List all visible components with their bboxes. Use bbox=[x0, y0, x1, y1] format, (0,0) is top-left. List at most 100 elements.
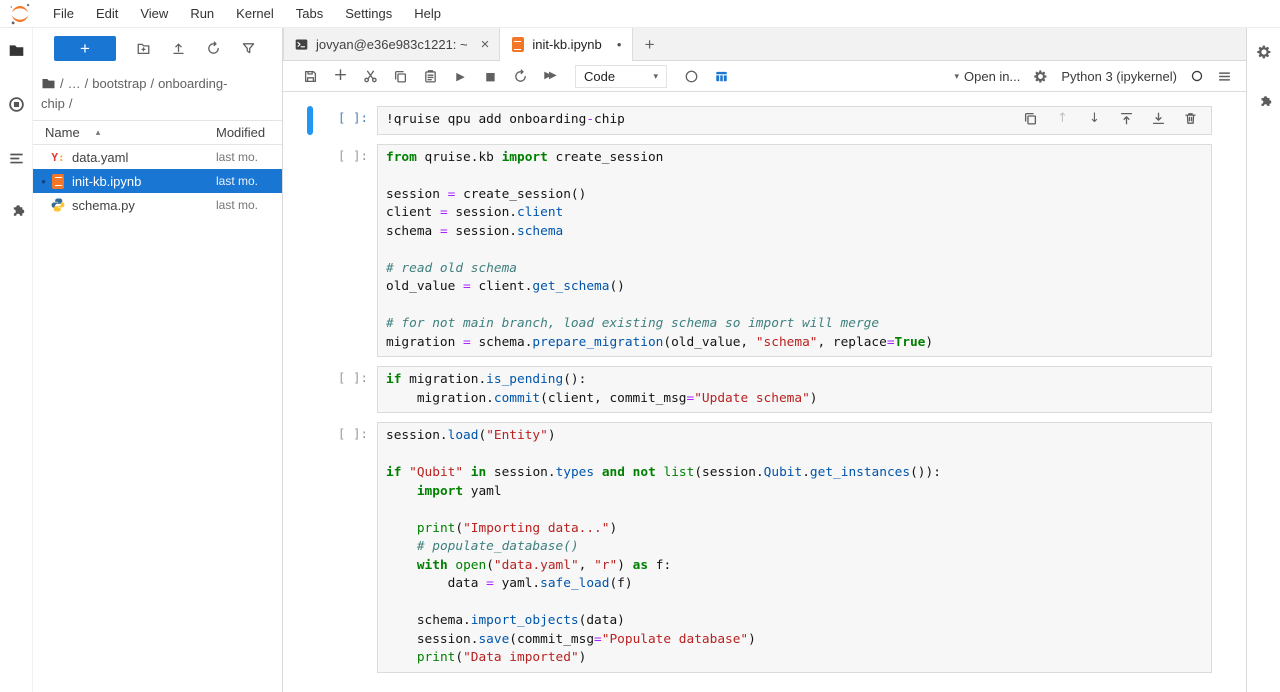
hamburger-icon bbox=[1217, 69, 1232, 84]
notebook-restart-button[interactable] bbox=[513, 69, 528, 84]
data-grid-button[interactable] bbox=[714, 69, 729, 84]
kernel-name[interactable]: Python 3 (ipykernel) bbox=[1061, 69, 1177, 84]
activity-file-browser-button[interactable] bbox=[8, 42, 25, 62]
code-line bbox=[386, 167, 1203, 186]
save-icon bbox=[303, 69, 318, 84]
gear-icon bbox=[1256, 44, 1272, 60]
code-line: schema.import_objects(data) bbox=[386, 612, 1203, 631]
insert-above-icon bbox=[1119, 111, 1134, 126]
file-row-schema-py[interactable]: schema.pylast mo. bbox=[33, 193, 282, 217]
code-line: session.load("Entity") bbox=[386, 427, 1203, 446]
open-in-label: Open in... bbox=[964, 69, 1020, 84]
notebook-copy-button[interactable] bbox=[393, 69, 408, 84]
cell-code: if migration.is_pending(): migration.com… bbox=[378, 367, 1211, 412]
run-all-icon: ▶▶ bbox=[543, 69, 558, 84]
tab-label: jovyan@e36e983c1221: ~ bbox=[316, 37, 468, 52]
main-area: jovyan@e36e983c1221: ~ × init-kb.ipynb● + … bbox=[283, 28, 1246, 692]
file-row-init-kb-ipynb[interactable]: ●init-kb.ipynblast mo. bbox=[33, 169, 282, 193]
file-browser-panel: + /…/bootstrap/onboarding-chip/ Name ▴ M… bbox=[33, 28, 283, 692]
right-property-inspector-button[interactable] bbox=[1256, 44, 1272, 63]
terminal-icon bbox=[294, 37, 309, 52]
refresh-button[interactable] bbox=[206, 41, 221, 56]
dirty-indicator: ● bbox=[37, 177, 50, 186]
name-column-header[interactable]: Name ▴ bbox=[45, 125, 216, 140]
cut-icon bbox=[363, 69, 378, 84]
move-down-button[interactable]: ↓ bbox=[1087, 111, 1102, 126]
kernel-activity-button[interactable] bbox=[684, 69, 699, 84]
cell-code: from qruise.kb import create_sessionsess… bbox=[378, 145, 1211, 357]
code-line bbox=[386, 241, 1203, 260]
menu-bar: FileEditViewRunKernelTabsSettingsHelp bbox=[0, 0, 1280, 28]
refresh-icon bbox=[206, 41, 221, 56]
upload-button[interactable] bbox=[171, 41, 186, 56]
menu-settings[interactable]: Settings bbox=[334, 3, 403, 24]
unsaved-dot-icon: ● bbox=[617, 40, 622, 49]
activity-extensions-button[interactable] bbox=[8, 204, 25, 224]
activity-running-sessions-button[interactable] bbox=[8, 96, 25, 116]
circle-icon bbox=[684, 69, 699, 84]
breadcrumb-segment[interactable]: bootstrap bbox=[92, 76, 146, 91]
filter-button[interactable] bbox=[241, 41, 256, 56]
menu-edit[interactable]: Edit bbox=[85, 3, 129, 24]
file-modified: last mo. bbox=[216, 150, 282, 164]
notebook-settings-button[interactable] bbox=[1033, 69, 1048, 84]
new-tab-button[interactable]: + bbox=[633, 35, 667, 55]
cell-prompt: [ ]: bbox=[313, 422, 377, 673]
notebook-cut-button[interactable] bbox=[363, 69, 378, 84]
notebook-toolbar: + ▶ ■ ▶▶ Code ▾ ▾ Open in... Python 3 (ipyk… bbox=[283, 61, 1246, 92]
file-list-header: Name ▴ Modified bbox=[33, 120, 282, 145]
menu-kernel[interactable]: Kernel bbox=[225, 3, 285, 24]
puzzle-icon bbox=[1256, 95, 1272, 111]
copy-icon bbox=[1023, 111, 1038, 126]
arrow-up-icon: ↑ bbox=[1055, 111, 1070, 126]
folder-icon[interactable] bbox=[41, 76, 56, 91]
notebook-run-button[interactable]: ▶ bbox=[453, 69, 468, 84]
menu-file[interactable]: File bbox=[42, 3, 85, 24]
cell-code: session.load("Entity")if "Qubit" in sess… bbox=[378, 423, 1211, 672]
move-up-button[interactable]: ↑ bbox=[1055, 111, 1070, 126]
activity-table-of-contents-button[interactable] bbox=[8, 150, 25, 170]
cell-type-dropdown[interactable]: Code ▾ bbox=[575, 65, 667, 88]
running-icon bbox=[8, 96, 25, 113]
close-icon[interactable]: × bbox=[481, 36, 490, 53]
right-extension-manager-button[interactable] bbox=[1256, 95, 1272, 114]
breadcrumb: /…/bootstrap/onboarding-chip/ bbox=[33, 66, 282, 120]
notebook-interrupt-button[interactable]: ■ bbox=[483, 69, 498, 84]
tab-bar: jovyan@e36e983c1221: ~ × init-kb.ipynb● + bbox=[283, 28, 1246, 61]
menu-run[interactable]: Run bbox=[179, 3, 225, 24]
toolbar-right: ▾ Open in... Python 3 (ipykernel) bbox=[954, 69, 1232, 84]
code-line: # populate_database() bbox=[386, 538, 1203, 557]
delete-button[interactable] bbox=[1183, 111, 1198, 126]
menu-view[interactable]: View bbox=[129, 3, 179, 24]
code-cell: [ ]:!qruise qpu add onboarding-chip↑↓ bbox=[307, 106, 1212, 135]
yaml-icon: Y: bbox=[50, 149, 66, 165]
menu-tabs[interactable]: Tabs bbox=[285, 3, 334, 24]
modified-column-header[interactable]: Modified bbox=[216, 125, 282, 140]
open-in-button[interactable]: ▾ Open in... bbox=[954, 69, 1020, 84]
notebook-insert-cell-button[interactable]: + bbox=[333, 69, 348, 84]
notebook-restart-run-all-button[interactable]: ▶▶ bbox=[543, 69, 558, 84]
menu-help[interactable]: Help bbox=[403, 3, 452, 24]
tab-init-kb-ipynb[interactable]: init-kb.ipynb● bbox=[500, 28, 632, 61]
new-launcher-button[interactable]: + bbox=[54, 36, 116, 61]
menu-items: FileEditViewRunKernelTabsSettingsHelp bbox=[42, 3, 452, 24]
breadcrumb-segment[interactable]: … bbox=[68, 76, 81, 91]
duplicate-button[interactable] bbox=[1023, 111, 1038, 126]
insert-above-button[interactable] bbox=[1119, 111, 1134, 126]
new-folder-icon bbox=[136, 41, 151, 56]
paste-icon bbox=[423, 69, 438, 84]
cell-input[interactable]: session.load("Entity")if "Qubit" in sess… bbox=[377, 422, 1212, 673]
new-folder-button[interactable] bbox=[136, 41, 151, 56]
file-modified: last mo. bbox=[216, 174, 282, 188]
toolbar-menu-button[interactable] bbox=[1217, 69, 1232, 84]
notebook-save-button[interactable] bbox=[303, 69, 318, 84]
notebook-paste-button[interactable] bbox=[423, 69, 438, 84]
cell-input[interactable]: from qruise.kb import create_sessionsess… bbox=[377, 144, 1212, 358]
insert-below-button[interactable] bbox=[1151, 111, 1166, 126]
cell-input[interactable]: if migration.is_pending(): migration.com… bbox=[377, 366, 1212, 413]
file-row-data-yaml[interactable]: Y:data.yamllast mo. bbox=[33, 145, 282, 169]
tab-jovyan-e36e983c1221[interactable]: jovyan@e36e983c1221: ~ × bbox=[283, 28, 500, 61]
code-line: client = session.client bbox=[386, 204, 1203, 223]
python-icon bbox=[50, 197, 66, 213]
code-line: if migration.is_pending(): bbox=[386, 371, 1203, 390]
